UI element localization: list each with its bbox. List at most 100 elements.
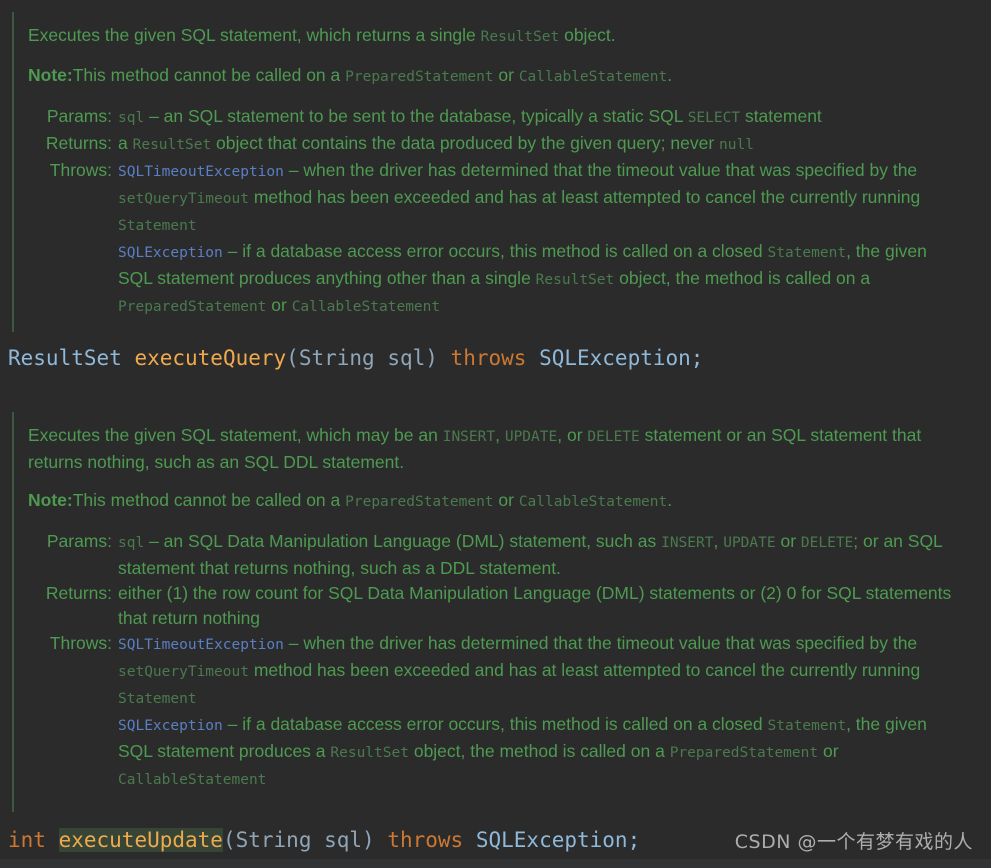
inline-code-callablestatement: CallableStatement [518,69,668,85]
params-value: sql – an SQL statement to be sent to the… [118,104,958,131]
inline-code: PreparedStatement [118,299,267,315]
note-text-pre: This method cannot be called on a [72,65,346,85]
throws-item: SQLTimeoutException – when the driver ha… [118,631,958,712]
returns-row: Returns: either (1) the row count for SQ… [28,581,958,631]
throws-item: SQLTimeoutException – when the driver ha… [118,158,958,239]
param-name-sql: sql [118,535,145,551]
doc-left-rule [12,412,14,812]
documentation-popup: Executes the given SQL statement, which … [0,0,991,868]
sig-space [526,346,539,370]
inline-code-insert: INSERT [661,535,714,551]
exception-link-sqlexception[interactable]: SQLException [118,718,223,734]
summary-text-pre: Executes the given SQL statement, which … [28,25,481,45]
note-label: Note: [28,65,73,85]
exception-link-sqltimeoutexception[interactable]: SQLTimeoutException [118,637,284,653]
signature-return-type: int [8,828,46,852]
throws-label: Throws: [49,160,112,180]
returns-text-mid: object that contains the data produced b… [211,133,720,153]
signature-parameters: (String sql) [222,828,375,852]
signature-throws-keyword: throws [387,828,464,852]
throws-value: SQLTimeoutException – when the driver ha… [118,158,958,320]
exception-link-sqltimeoutexception[interactable]: SQLTimeoutException [118,164,284,180]
throws-value: SQLTimeoutException – when the driver ha… [118,631,958,793]
params-label: Params: [46,531,112,551]
throws-dash: – [283,160,304,180]
summary-paragraph: Executes the given SQL statement, which … [28,23,958,50]
returns-label: Returns: [45,133,112,153]
throws-label: Throws: [49,633,112,653]
signature-exception: SQLException; [475,828,641,852]
note-text-pre: This method cannot be called on a [72,490,346,510]
params-label: Params: [46,106,112,126]
bottom-band [0,859,991,868]
inline-code: Statement [767,718,847,734]
inline-code: Statement [767,245,847,261]
signature-parameters: (String sql) [286,346,438,370]
doc-left-rule [12,12,14,332]
inline-code-update: UPDATE [723,535,776,551]
note-paragraph: Note:This method cannot be called on a P… [28,63,958,90]
throws-row: Throws: SQLTimeoutException – when the d… [28,158,958,320]
params-row: Params: sql – an SQL Data Manipulation L… [28,529,958,581]
inline-code-resultset: ResultSet [480,29,560,45]
params-text-post: statement [740,106,822,126]
returns-value: a ResultSet object that contains the dat… [118,131,958,158]
segment-text: if a database access error occurs, this … [242,241,768,261]
exception-link-sqlexception[interactable]: SQLException [118,245,223,261]
returns-label: Returns: [45,583,112,603]
throws-dash: – [222,714,243,734]
inline-code-callablestatement: CallableStatement [518,494,668,510]
inline-code: ResultSet [330,745,409,761]
inline-code-null: null [719,137,754,153]
inline-code: CallableStatement [118,772,267,788]
params-dash: – [144,106,164,126]
note-text-mid: or [493,490,519,510]
segment-text: object, the method is called on a [614,268,871,288]
doc-block-execute-update: Executes the given SQL statement, which … [0,412,991,812]
returns-text-pre: a [118,133,133,153]
throws-dash: – [283,633,304,653]
returns-value: either (1) the row count for SQL Data Ma… [118,583,952,628]
summary-text-pre: Executes the given SQL statement, which … [28,425,443,445]
throws-dash: – [222,241,243,261]
note-paragraph: Note:This method cannot be called on a P… [28,488,958,515]
inline-code-insert: INSERT [442,429,496,445]
sig-space [375,828,388,852]
note-text-post: . [667,490,673,510]
throws-row: Throws: SQLTimeoutException – when the d… [28,631,958,793]
summary-text-post: object. [559,25,616,45]
signature-method-name: executeQuery [134,346,287,370]
params-sep-2: or [775,531,801,551]
sig-space [438,346,451,370]
inline-code: Statement [118,691,197,707]
summary-paragraph: Executes the given SQL statement, which … [28,423,958,475]
inline-code: setQueryTimeout [118,664,249,680]
returns-row: Returns: a ResultSet object that contain… [28,131,958,158]
inline-code-delete: DELETE [587,429,640,445]
params-sep-1: , [713,531,724,551]
signature-return-type: ResultSet [8,346,122,370]
inline-code-resultset-returns: ResultSet [132,137,212,153]
params-text-pre: an SQL statement to be sent to the datab… [163,106,688,126]
signature-exception: SQLException; [539,346,704,370]
signature-method-name: executeUpdate [58,828,223,852]
inline-code-select: SELECT [687,110,741,126]
segment-text: or [266,295,292,315]
segment-text: when the driver has determined that the … [303,160,918,180]
segment-text: method has been exceeded and has at leas… [248,660,921,680]
summary-sep-1: , [495,425,505,445]
params-dash: – [144,531,164,551]
inline-code: ResultSet [535,272,615,288]
sig-space [463,828,476,852]
note-text-mid: or [493,65,519,85]
inline-code-delete: DELETE [800,535,854,551]
signature-throws-keyword: throws [450,346,527,370]
sig-space [46,828,59,852]
inline-code-preparedstatement: PreparedStatement [345,69,494,85]
doc-body: Executes the given SQL statement, which … [28,423,958,793]
params-value: sql – an SQL Data Manipulation Language … [118,529,958,581]
summary-sep-2: , or [557,425,588,445]
segment-text: object, the method is called on a [408,741,670,761]
inline-code: setQueryTimeout [118,191,249,207]
params-text-pre: an SQL Data Manipulation Language (DML) … [163,531,662,551]
